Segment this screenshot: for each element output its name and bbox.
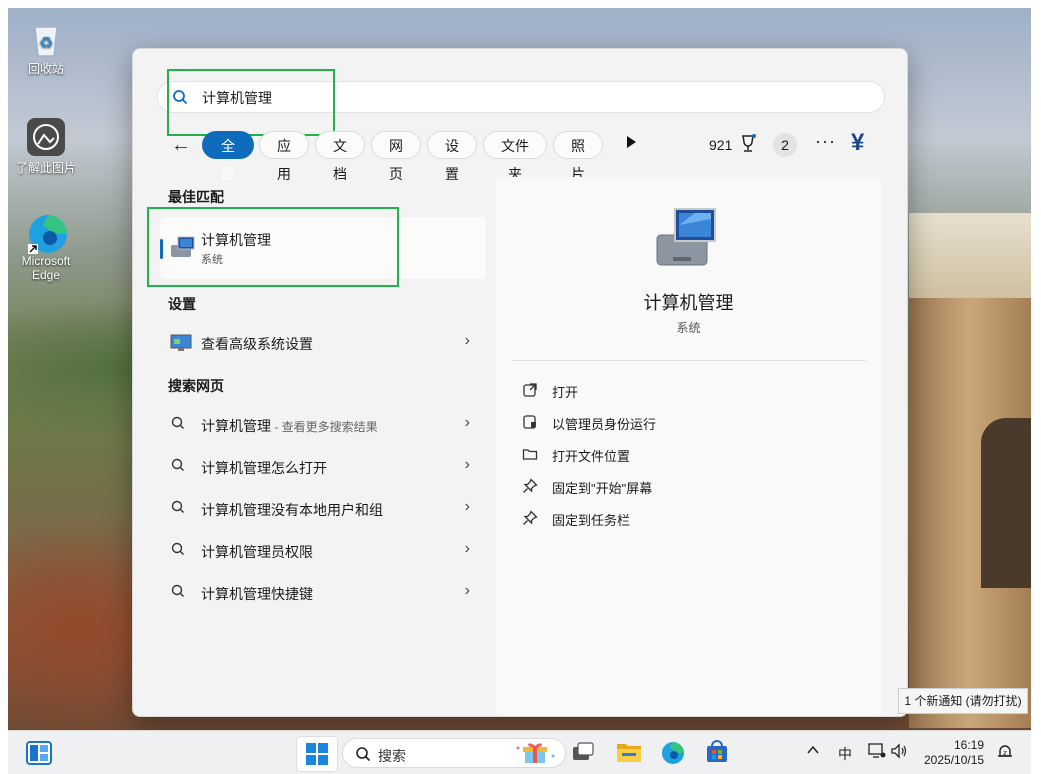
rewards-points: 921 bbox=[709, 137, 733, 153]
chevron-right-icon: › bbox=[464, 456, 470, 473]
divider bbox=[512, 360, 866, 361]
preview-pane: 计算机管理 系统 打开 以管理员身份运行 打开文件位置 固定到"开始"屏幕 固定… bbox=[496, 177, 881, 716]
search-icon bbox=[170, 415, 186, 434]
web-result-label: 计算机管理怎么打开 bbox=[201, 460, 327, 476]
web-result-item[interactable]: 计算机管理员权限 › bbox=[170, 539, 470, 563]
highlight-box-search bbox=[167, 69, 335, 136]
search-icon bbox=[170, 457, 186, 476]
filter-chip-apps[interactable]: 应用 bbox=[259, 131, 309, 182]
file-explorer-icon[interactable] bbox=[616, 740, 642, 767]
svg-text:z: z bbox=[1003, 749, 1007, 757]
action-label: 打开文件位置 bbox=[552, 449, 631, 464]
web-result-label: 计算机管理员权限 bbox=[201, 544, 313, 560]
filter-chip-folders[interactable]: 文件夹 bbox=[483, 131, 547, 182]
desktop-icon-label: 了解此图片 bbox=[15, 161, 76, 175]
settings-item-advanced-system[interactable]: 查看高级系统设置 › bbox=[170, 331, 470, 355]
system-clock[interactable]: 16:19 2025/10/15 bbox=[924, 738, 984, 768]
chevron-right-icon: › bbox=[464, 332, 470, 349]
taskbar-search-placeholder: 搜索 bbox=[378, 748, 406, 764]
wallpaper-bridge bbox=[909, 298, 1031, 728]
computer-management-large-icon bbox=[655, 205, 719, 272]
run-as-admin-icon bbox=[522, 414, 538, 433]
start-search-panel: ← 全部 应用 文档 网页 设置 文件夹 照片 921 2 ··· ¥ 最佳匹配 bbox=[132, 48, 908, 717]
folder-icon bbox=[522, 446, 538, 465]
web-result-label: 计算机管理没有本地用户和组 bbox=[201, 502, 383, 518]
clock-date: 2025/10/15 bbox=[924, 753, 985, 767]
web-result-hint: - 查看更多搜索结果 bbox=[271, 420, 378, 434]
filter-chip-all[interactable]: 全部 bbox=[202, 131, 254, 182]
desktop-icon-edge[interactable]: Microsoft Edge bbox=[8, 212, 84, 282]
action-label: 固定到"开始"屏幕 bbox=[552, 481, 653, 496]
taskbar: 搜索 中 16:19 2025/10/15 z bbox=[8, 730, 1031, 774]
highlight-box-best-match bbox=[147, 207, 399, 287]
section-title-best-match: 最佳匹配 bbox=[168, 189, 224, 205]
notification-count-badge[interactable]: 2 bbox=[773, 133, 797, 157]
more-options-icon[interactable]: ··· bbox=[815, 131, 836, 152]
web-result-item[interactable]: 计算机管理没有本地用户和组 › bbox=[170, 497, 470, 521]
pin-icon bbox=[522, 478, 538, 497]
volume-icon[interactable] bbox=[890, 743, 908, 762]
chevron-right-icon: › bbox=[464, 540, 470, 557]
action-label: 以管理员身份运行 bbox=[552, 417, 657, 432]
currency-icon[interactable]: ¥ bbox=[851, 129, 864, 157]
rewards-trophy-icon[interactable] bbox=[739, 134, 757, 157]
preview-title: 计算机管理 bbox=[643, 293, 734, 313]
open-external-icon bbox=[522, 382, 538, 401]
desktop-icon-learn-picture[interactable]: 了解此图片 bbox=[8, 117, 84, 176]
pin-icon bbox=[522, 510, 538, 529]
chevron-up-icon[interactable] bbox=[806, 743, 820, 760]
widgets-icon[interactable] bbox=[26, 741, 52, 768]
search-icon bbox=[170, 541, 186, 560]
input-method-indicator[interactable]: 中 bbox=[838, 744, 852, 764]
chevron-right-icon: › bbox=[464, 582, 470, 599]
action-label: 固定到任务栏 bbox=[552, 513, 631, 528]
action-label: 打开 bbox=[552, 385, 579, 400]
desktop-icon-label: 回收站 bbox=[27, 62, 64, 76]
section-title-settings: 设置 bbox=[168, 296, 196, 312]
filter-chip-web[interactable]: 网页 bbox=[371, 131, 421, 182]
edge-icon bbox=[26, 212, 67, 254]
start-button[interactable] bbox=[296, 736, 338, 772]
search-icon bbox=[170, 499, 186, 518]
web-result-item[interactable]: 计算机管理 - 查看更多搜索结果 › bbox=[170, 413, 470, 437]
desktop-icon-recycle-bin[interactable]: ♻ 回收站 bbox=[8, 18, 84, 77]
search-icon bbox=[355, 746, 371, 765]
task-view-icon[interactable] bbox=[572, 742, 594, 765]
gift-icon bbox=[513, 742, 557, 767]
learn-about-picture-icon bbox=[26, 117, 66, 157]
notification-bell-icon[interactable]: z bbox=[996, 743, 1014, 764]
svg-text:♻: ♻ bbox=[39, 33, 53, 52]
filter-bar: ← 全部 应用 文档 网页 设置 文件夹 照片 921 2 ··· ¥ bbox=[133, 129, 907, 182]
wallpaper-town bbox=[909, 213, 1031, 303]
section-title-web: 搜索网页 bbox=[168, 378, 224, 394]
filter-chip-photos[interactable]: 照片 bbox=[553, 131, 603, 182]
notification-toast[interactable]: 1 个新通知 (请勿打扰) bbox=[898, 688, 1028, 714]
clock-time: 16:19 bbox=[953, 738, 984, 752]
edge-taskbar-icon[interactable] bbox=[660, 740, 686, 769]
search-icon bbox=[170, 583, 186, 602]
filter-chip-settings[interactable]: 设置 bbox=[427, 131, 477, 182]
web-result-item[interactable]: 计算机管理快捷键 › bbox=[170, 581, 470, 605]
network-icon[interactable] bbox=[868, 743, 886, 762]
filter-chip-documents[interactable]: 文档 bbox=[315, 131, 365, 182]
web-result-label: 计算机管理快捷键 bbox=[201, 586, 313, 602]
preview-subtitle: 系统 bbox=[676, 321, 701, 335]
web-result-item[interactable]: 计算机管理怎么打开 › bbox=[170, 455, 470, 479]
more-filters-arrow-icon[interactable] bbox=[627, 136, 636, 148]
system-settings-icon bbox=[170, 333, 192, 356]
settings-item-label: 查看高级系统设置 bbox=[201, 336, 313, 352]
back-arrow-icon[interactable]: ← bbox=[171, 135, 191, 155]
desktop-icon-label: Microsoft Edge bbox=[21, 254, 71, 282]
chevron-right-icon: › bbox=[464, 414, 470, 431]
windows-logo-icon bbox=[306, 743, 328, 765]
chevron-right-icon: › bbox=[464, 498, 470, 515]
web-result-label: 计算机管理 bbox=[201, 418, 271, 434]
taskbar-search-box[interactable]: 搜索 bbox=[342, 738, 566, 768]
microsoft-store-icon[interactable] bbox=[705, 740, 729, 767]
recycle-bin-icon: ♻ bbox=[26, 18, 66, 58]
